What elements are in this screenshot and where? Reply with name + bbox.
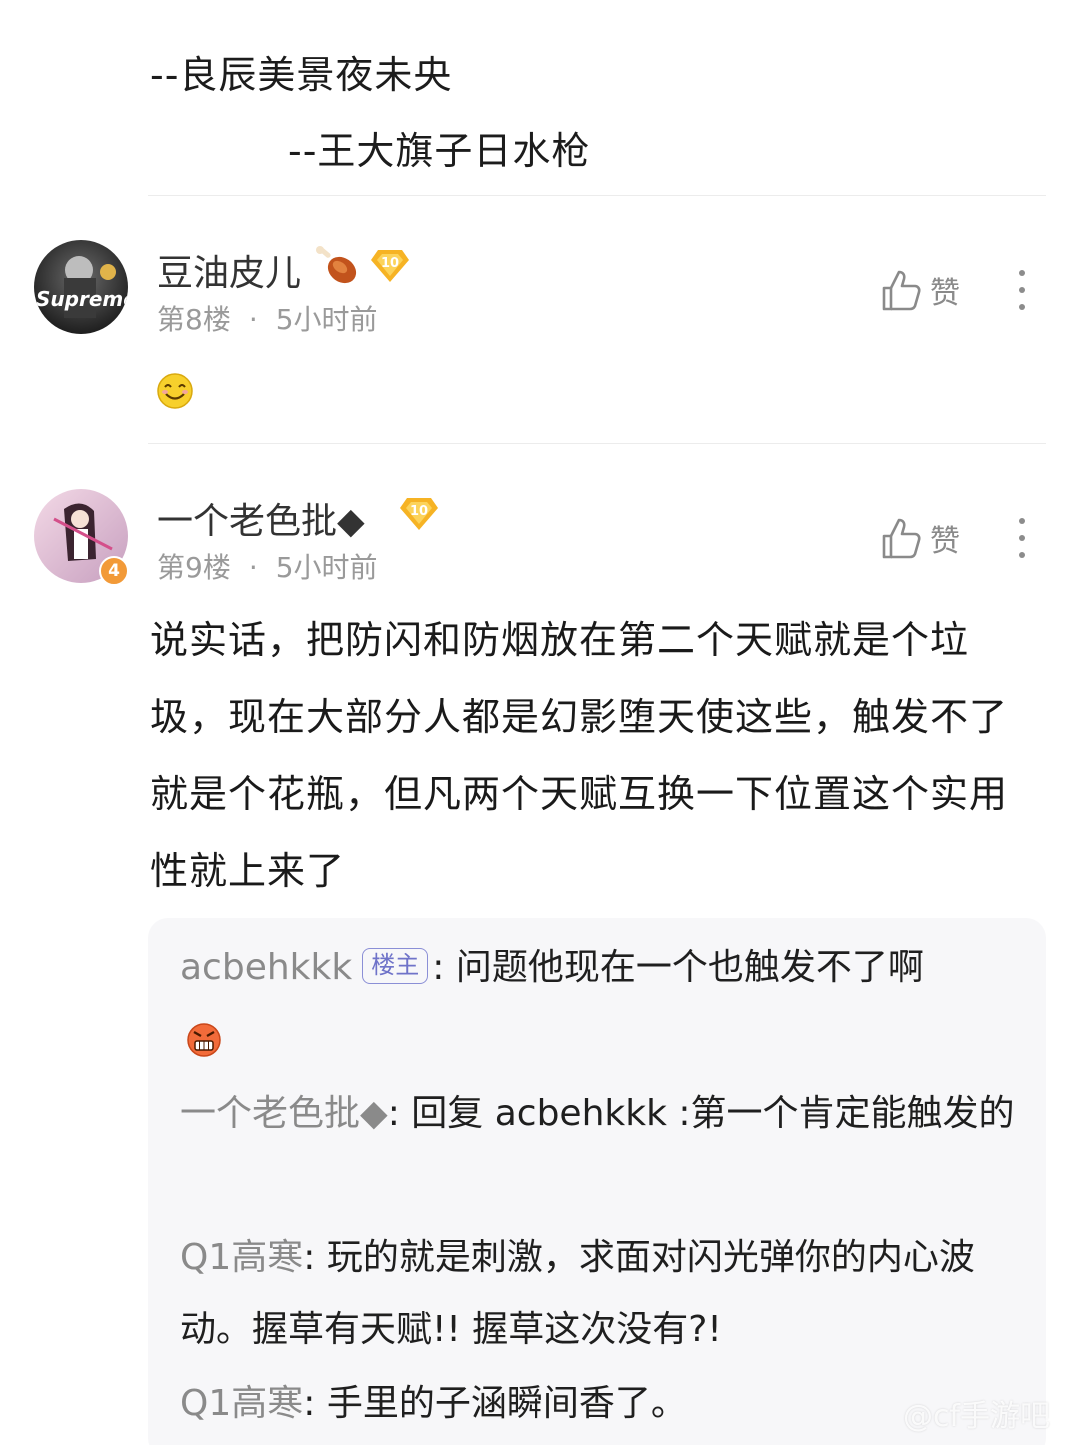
meta-separator: ·	[248, 303, 258, 336]
reply-author[interactable]: acbehkkk	[180, 947, 352, 988]
avatar[interactable]: Supreme	[34, 240, 128, 334]
reply-separator: :	[432, 947, 445, 988]
avatar-badge: 4	[99, 556, 129, 586]
drumstick-icon	[314, 244, 360, 288]
like-label: 赞	[930, 524, 960, 559]
divider	[148, 443, 1046, 444]
more-options-icon[interactable]	[1012, 270, 1032, 314]
comment-meta: 第8楼 · 5小时前	[157, 298, 378, 338]
reply-item[interactable]: 一个老色批◆: 回复 acbehkkk :第一个肯定能触发的	[180, 1078, 1018, 1150]
svg-text:10: 10	[410, 504, 428, 519]
reply-text: 问题他现在一个也触发不了啊	[455, 947, 924, 988]
reply-list[interactable]: acbehkkk 楼主: 问题他现在一个也触发不了啊 一个老色批◆: 回复 acb…	[148, 918, 1046, 1445]
watermark: @cf手游吧	[902, 1399, 1050, 1434]
svg-text:Supreme: Supreme	[36, 287, 128, 311]
reply-separator: :	[387, 1093, 400, 1134]
divider	[148, 195, 1046, 196]
svg-text:10: 10	[381, 256, 399, 271]
like-button[interactable]: 赞	[880, 513, 960, 563]
reply-text: 回复 acbehkkk :第一个肯定能触发的	[411, 1093, 1015, 1134]
reply-item[interactable]: Q1高寒: 手里的子涵瞬间香了。	[180, 1368, 1018, 1440]
username[interactable]: 豆油皮儿	[157, 244, 301, 296]
thumbs-up-icon	[882, 518, 921, 559]
username[interactable]: 一个老色批◆	[157, 492, 365, 544]
reply-separator: :	[303, 1237, 316, 1278]
floor-number: 第8楼	[157, 303, 231, 336]
reply-item[interactable]: Q1高寒: 玩的就是刺激，求面对闪光弹你的内心波动。握草有天赋!! 握草这次没有…	[180, 1222, 1018, 1366]
reply-author[interactable]: 一个老色批◆	[180, 1093, 388, 1134]
timestamp: 5小时前	[275, 551, 378, 584]
reply-item[interactable]: acbehkkk 楼主: 问题他现在一个也触发不了啊	[180, 932, 1018, 1076]
thumbs-up-icon	[882, 270, 921, 311]
comment-meta: 第9楼 · 5小时前	[157, 546, 378, 586]
like-button[interactable]: 赞	[880, 265, 960, 315]
comment-content: 说实话，把防闪和防烟放在第二个天赋就是个垃圾，现在大部分人都是幻影堕天使这些，触…	[150, 618, 1009, 893]
angry-emoji-icon	[187, 1023, 221, 1057]
owner-tag: 楼主	[362, 948, 429, 984]
post-detail-page: --良辰美景夜未央 --王大旗子日水枪 Supreme 豆油皮儿 10 第8楼 …	[0, 0, 1080, 1445]
level-badge: 10	[399, 496, 439, 532]
like-label: 赞	[930, 276, 960, 311]
reply-text: 手里的子涵瞬间香了。	[326, 1383, 687, 1424]
reply-separator: :	[303, 1383, 316, 1424]
smile-emoji-icon	[156, 372, 194, 414]
post-text-line: --王大旗子日水枪	[288, 129, 591, 173]
floor-number: 第9楼	[157, 551, 231, 584]
level-badge: 10	[370, 248, 410, 284]
more-options-icon[interactable]	[1012, 518, 1032, 562]
post-text-line: --良辰美景夜未央	[150, 53, 453, 97]
timestamp: 5小时前	[275, 303, 378, 336]
reply-author[interactable]: Q1高寒	[180, 1383, 303, 1424]
reply-author[interactable]: Q1高寒	[180, 1237, 303, 1278]
meta-separator: ·	[248, 551, 258, 584]
